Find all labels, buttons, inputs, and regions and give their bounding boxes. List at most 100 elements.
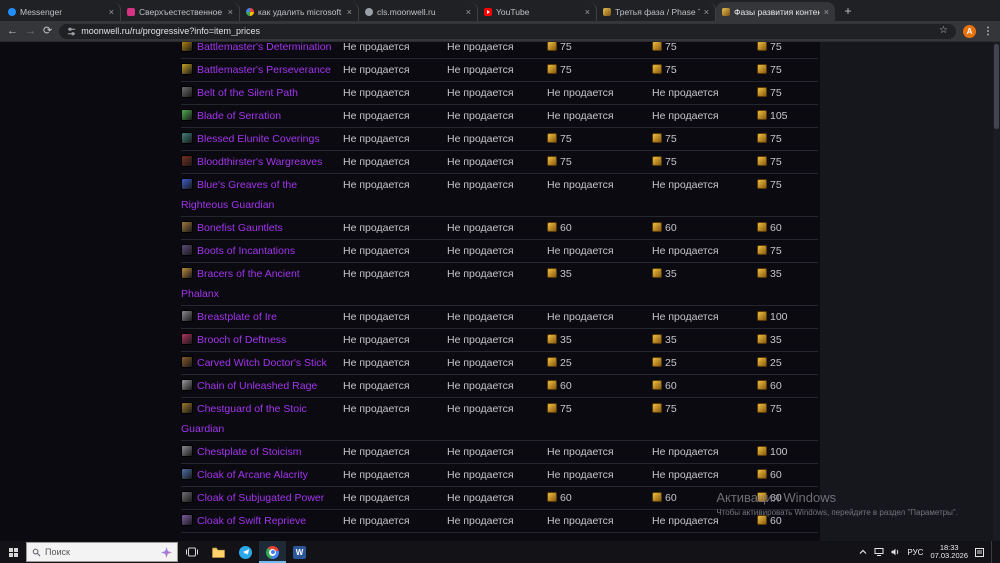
item-link[interactable]: Belt of the Silent Path [197,87,298,99]
item-icon [181,155,193,167]
scrollbar[interactable] [993,42,1000,541]
price-value: 60 [770,380,782,392]
taskbar-search[interactable]: Поиск [26,542,178,562]
new-tab-button[interactable]: + [839,2,857,20]
tab-close-icon[interactable]: × [228,7,233,17]
item-link[interactable]: Blessed Elunite Coverings [197,133,320,145]
price-cell: 75 [652,60,757,80]
forward-icon[interactable]: → [25,25,36,37]
not-for-sale-cell: Не продается [447,446,514,458]
item-link[interactable]: Bloodthirster's Wargreaves [197,156,322,168]
browser-tab[interactable]: Сверхъестественное 14 сезон × [121,2,240,21]
price-cell: 75 [547,129,652,149]
browser-tab[interactable]: как удалить microsoft teams - × [240,2,359,21]
browser-tab[interactable]: Messenger × [2,2,121,21]
item-link[interactable]: Brooch of Deftness [197,334,286,346]
language-indicator[interactable]: РУС [907,548,923,557]
file-explorer-button[interactable] [205,541,232,563]
table-row: Blessed Elunite Coverings Не продается Не … [181,128,818,151]
word-button[interactable]: W [286,541,313,563]
back-icon[interactable]: ← [7,25,18,37]
refresh-icon[interactable]: ⟳ [43,25,52,37]
item-icon [181,402,193,414]
task-view-button[interactable] [178,541,205,563]
gold-coin-icon [652,380,662,390]
search-highlights-icon[interactable] [161,546,172,558]
browser-tab[interactable]: Третья фаза / Phase Three - Н × [597,2,716,21]
item-link[interactable]: Blade of Serration [197,110,281,122]
price-cell: 25 [757,353,818,373]
not-for-sale-cell: Не продается [343,179,410,191]
item-link[interactable]: Bracers of the Ancient Phalanx [181,268,300,300]
item-name-cell: Blade of Serration [181,106,343,126]
volume-icon[interactable] [891,548,900,556]
tab-close-icon[interactable]: × [466,7,471,17]
item-link[interactable]: Bonefist Gauntlets [197,222,283,234]
item-icon [181,514,193,526]
item-link[interactable]: Chain of Unleashed Rage [197,380,317,392]
item-link[interactable]: Breastplate of Ire [197,311,277,323]
table-row: Chestguard of the Stoic Guardian Не прода… [181,398,818,441]
browser-tab[interactable]: cls.moonwell.ru × [359,2,478,21]
not-for-sale-cell: Не продается [343,334,410,346]
price-value: 75 [770,42,782,53]
gold-coin-icon [547,222,557,232]
browser-tab[interactable]: Фазы развития контента на М × [716,2,835,21]
item-link[interactable]: Carved Witch Doctor's Stick [197,357,327,369]
network-icon[interactable] [874,548,884,556]
tab-close-icon[interactable]: × [824,7,829,17]
item-link[interactable]: Cloak of Swift Reprieve [197,515,306,527]
not-for-sale-cell: Не продается [547,87,614,99]
taskbar-clock[interactable]: 18:33 07.03.2026 [930,544,968,560]
telegram-button[interactable] [232,541,259,563]
watermark-subtitle: Чтобы активировать Windows, перейдите в … [716,508,958,517]
tune-icon[interactable] [67,27,76,36]
start-button[interactable] [0,541,26,563]
item-name-cell: Battlemaster's Determination [181,42,343,57]
item-link[interactable]: Battlemaster's Perseverance [197,64,331,76]
scrollbar-thumb[interactable] [994,44,999,129]
item-link[interactable]: Battlemaster's Determination [197,42,331,53]
show-desktop-button[interactable] [991,541,994,563]
price-value: 25 [560,357,572,369]
browser-tab[interactable]: YouTube × [478,2,597,21]
price-value: 75 [560,133,572,145]
messenger-favicon-icon [8,7,16,16]
page-background-right [820,42,993,541]
gold-coin-icon [757,110,767,120]
price-value: 75 [560,42,572,53]
item-icon [181,468,193,480]
chrome-button[interactable] [259,541,286,563]
price-cell: 75 [757,60,818,80]
tab-title: Сверхъестественное 14 сезон [139,6,224,17]
item-link[interactable]: Chestplate of Stoicism [197,446,301,458]
item-link[interactable]: Blue's Greaves of the Righteous Guardian [181,179,297,211]
profile-avatar[interactable]: A [963,24,976,38]
item-icon [181,63,193,75]
item-link[interactable]: Chestguard of the Stoic Guardian [181,403,307,435]
gold-coin-icon [652,133,662,143]
browser-menu-icon[interactable]: ⋮ [983,26,993,37]
gold-coin-icon [652,357,662,367]
item-link[interactable]: Cloak of Arcane Alacrity [197,469,308,481]
price-value: 60 [770,222,782,234]
tab-close-icon[interactable]: × [109,7,114,17]
price-cell: 35 [547,264,652,284]
price-value: 60 [665,222,677,234]
wow-favicon-icon [722,7,730,16]
price-cell: 60 [757,218,818,238]
price-value: 75 [665,133,677,145]
tray-expand-icon[interactable] [859,549,867,555]
item-link[interactable]: Boots of Incantations [197,245,295,257]
gold-coin-icon [547,380,557,390]
tab-close-icon[interactable]: × [347,7,352,17]
tab-close-icon[interactable]: × [704,7,709,17]
tab-close-icon[interactable]: × [585,7,590,17]
item-link[interactable]: Cloak of Subjugated Power [197,492,324,504]
chrome-icon [266,545,279,559]
notifications-icon[interactable] [975,547,984,557]
price-value: 75 [770,64,782,76]
bookmark-star-icon[interactable]: ☆ [939,26,948,36]
address-bar[interactable]: moonwell.ru/ru/progressive?info=item_pri… [59,23,956,39]
price-cell: 75 [652,399,757,419]
